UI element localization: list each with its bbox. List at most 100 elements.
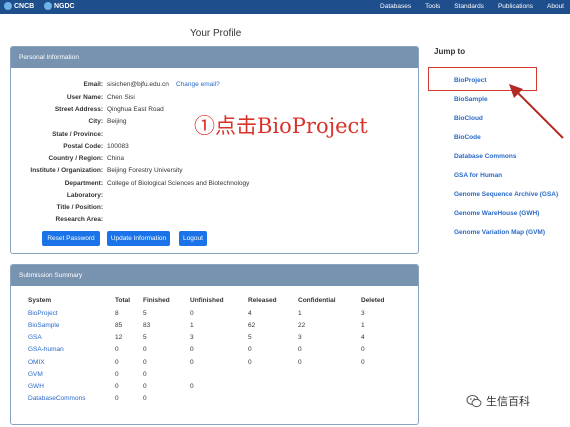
column-header-unfinished: Unfinished xyxy=(190,297,224,304)
cell-confidential: 1 xyxy=(298,310,302,317)
system-link[interactable]: GSA-human xyxy=(28,346,64,353)
column-header-released: Released xyxy=(248,297,277,304)
top-nav-menu: Databases Tools Standards Publications A… xyxy=(380,3,564,10)
cell-unfinished: 0 xyxy=(190,383,194,390)
jump-link-genome-variation-map-gvm[interactable]: Genome Variation Map (GVM) xyxy=(454,229,545,236)
cell-unfinished: 3 xyxy=(190,334,194,341)
field-department: Department: College of Biological Science… xyxy=(0,180,420,190)
cell-deleted: 4 xyxy=(361,334,365,341)
field-label-state-province: State / Province: xyxy=(52,131,103,138)
cell-total: 0 xyxy=(115,346,119,353)
cell-deleted: 1 xyxy=(361,322,365,329)
top-navbar: CNCB NGDC Databases Tools Standards Publ… xyxy=(0,0,570,14)
field-value-postal-code: 100083 xyxy=(107,143,129,150)
cell-deleted: 0 xyxy=(361,346,365,353)
cell-total: 12 xyxy=(115,334,123,341)
field-label-user-name: User Name: xyxy=(66,94,103,101)
field-label-research-area: Research Area: xyxy=(55,216,103,223)
field-label-postal-code: Postal Code: xyxy=(63,143,103,150)
system-link[interactable]: DatabaseCommons xyxy=(28,395,85,402)
jump-link-biosample[interactable]: BioSample xyxy=(454,96,488,103)
field-postal-code: Postal Code: 100083 xyxy=(0,143,420,153)
jump-link-genome-sequence-archive-gsa[interactable]: Genome Sequence Archive (GSA) xyxy=(454,191,558,198)
personal-info-heading: Personal Information xyxy=(11,47,418,68)
page-title: Your Profile xyxy=(190,28,242,39)
cell-confidential: 0 xyxy=(298,359,302,366)
ngdc-logo[interactable]: NGDC xyxy=(44,2,75,10)
cell-released: 62 xyxy=(248,322,256,329)
field-label-institute-organization: Institute / Organization: xyxy=(30,167,103,174)
cell-total: 0 xyxy=(115,359,119,366)
field-value-email: sisichen@bjfu.edu.cn xyxy=(107,81,169,88)
column-header-confidential: Confidential xyxy=(298,297,336,304)
nav-standards[interactable]: Standards xyxy=(454,3,484,10)
field-country-region: Country / Region: China xyxy=(0,155,420,165)
system-link[interactable]: GWH xyxy=(28,383,44,390)
system-link[interactable]: GSA xyxy=(28,334,42,341)
cncb-logo[interactable]: CNCB xyxy=(4,2,34,10)
cell-released: 0 xyxy=(248,359,252,366)
nav-publications[interactable]: Publications xyxy=(498,3,533,10)
nav-databases[interactable]: Databases xyxy=(380,3,411,10)
field-value-department: College of Biological Sciences and Biote… xyxy=(107,180,250,187)
update-information-button[interactable]: Update Information xyxy=(107,231,170,246)
system-link[interactable]: BioSample xyxy=(28,322,59,329)
cell-released: 4 xyxy=(248,310,252,317)
field-institute-organization: Institute / Organization: Beijing Forestr… xyxy=(0,167,420,177)
jump-link-gsa-for-human[interactable]: GSA for Human xyxy=(454,172,502,179)
field-label-title-position: Title / Position: xyxy=(56,204,103,211)
jump-link-biocloud[interactable]: BioCloud xyxy=(454,115,483,122)
system-link[interactable]: OMIX xyxy=(28,359,45,366)
jump-link-database-commons[interactable]: Database Commons xyxy=(454,153,517,160)
cell-finished: 5 xyxy=(143,310,147,317)
annotation-click-bioproject: ①点击BioProject xyxy=(194,114,368,138)
cell-unfinished: 1 xyxy=(190,322,194,329)
field-label-country-region: Country / Region: xyxy=(48,155,103,162)
cell-unfinished: 0 xyxy=(190,346,194,353)
system-link[interactable]: BioProject xyxy=(28,310,58,317)
field-laboratory: Laboratory: xyxy=(0,192,420,202)
nav-tools[interactable]: Tools xyxy=(425,3,440,10)
logout-button[interactable]: Logout xyxy=(179,231,207,246)
ngdc-label: NGDC xyxy=(54,2,75,10)
cell-finished: 0 xyxy=(143,359,147,366)
reset-password-button[interactable]: Reset Password xyxy=(42,231,100,246)
cell-total: 0 xyxy=(115,371,119,378)
jump-link-genome-warehouse-gwh[interactable]: Genome WareHouse (GWH) xyxy=(454,210,539,217)
cell-unfinished: 0 xyxy=(190,359,194,366)
field-label-street-address: Street Address: xyxy=(54,106,103,113)
cell-total: 85 xyxy=(115,322,123,329)
cell-total: 8 xyxy=(115,310,119,317)
cell-total: 0 xyxy=(115,395,119,402)
submission-summary-heading: Submission Summary xyxy=(11,265,418,286)
column-header-deleted: Deleted xyxy=(361,297,385,304)
field-value-user-name: Chen Sisi xyxy=(107,94,135,101)
jump-link-biocode[interactable]: BioCode xyxy=(454,134,481,141)
field-email: Email: sisichen@bjfu.edu.cn Change email? xyxy=(0,81,420,91)
cell-deleted: 0 xyxy=(361,359,365,366)
cell-confidential: 22 xyxy=(298,322,306,329)
column-header-system: System xyxy=(28,297,52,304)
field-label-laboratory: Laboratory: xyxy=(66,192,103,199)
cncb-logo-icon xyxy=(4,2,12,10)
watermark: 生信百科 xyxy=(466,393,530,409)
column-header-total: Total xyxy=(115,297,131,304)
field-research-area: Research Area: xyxy=(0,216,420,226)
field-value-street-address: Qinghua East Road xyxy=(107,106,164,113)
field-label-department: Department: xyxy=(64,180,103,187)
field-user-name: User Name: Chen Sisi xyxy=(0,94,420,104)
column-header-finished: Finished xyxy=(143,297,170,304)
change-email-link[interactable]: Change email? xyxy=(176,81,220,88)
field-value-city: Beijing xyxy=(107,118,127,125)
cell-finished: 5 xyxy=(143,334,147,341)
cell-finished: 0 xyxy=(143,395,147,402)
cell-confidential: 3 xyxy=(298,334,302,341)
wechat-icon xyxy=(466,395,482,408)
cell-finished: 0 xyxy=(143,383,147,390)
cell-confidential: 0 xyxy=(298,346,302,353)
system-link[interactable]: GVM xyxy=(28,371,43,378)
cell-unfinished: 0 xyxy=(190,310,194,317)
cell-finished: 0 xyxy=(143,371,147,378)
field-value-country-region: China xyxy=(107,155,124,162)
nav-about[interactable]: About xyxy=(547,3,564,10)
